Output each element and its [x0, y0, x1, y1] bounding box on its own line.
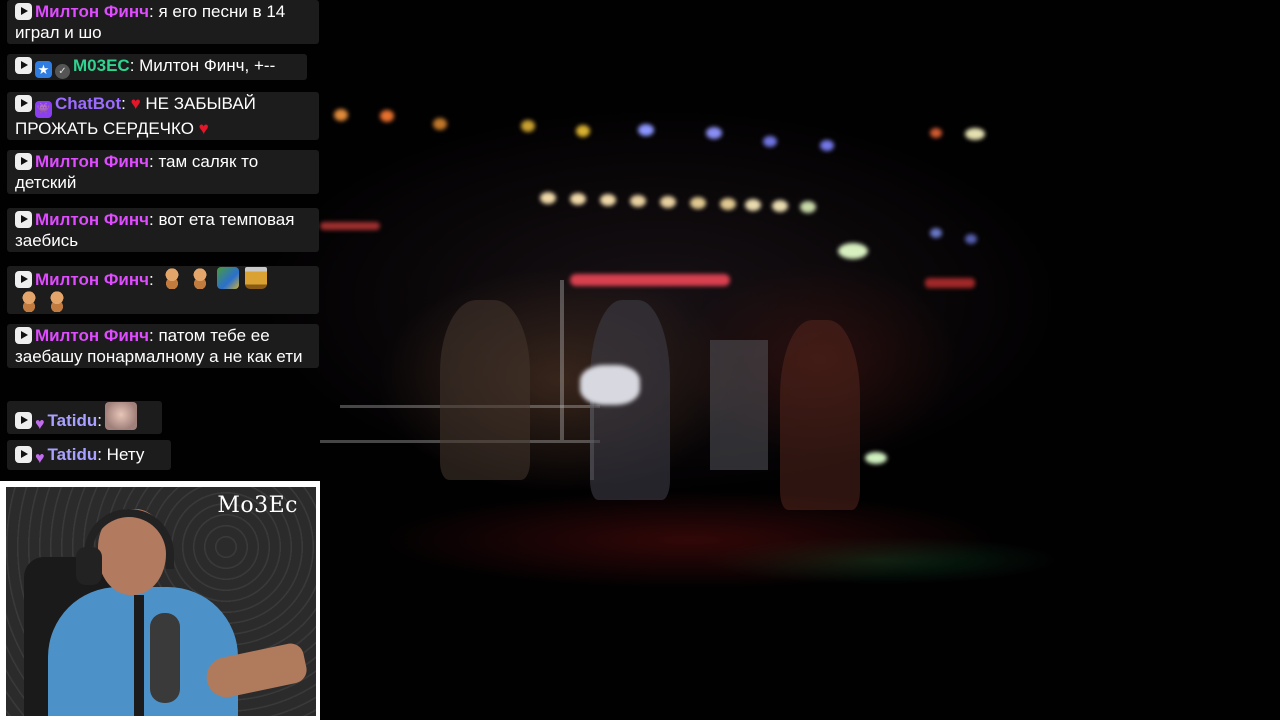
mic-stand	[134, 595, 144, 716]
headphone-earcup	[76, 547, 102, 585]
star-badge-icon: ★	[35, 61, 52, 78]
stage-light	[925, 278, 975, 288]
chat-username[interactable]: Милтон Финч	[35, 326, 149, 345]
chat-message: ★ ✓ М03ЕС: Милтон Финч, +--	[7, 54, 307, 80]
youtube-play-icon	[15, 3, 32, 20]
stage-light	[706, 127, 722, 139]
stage-light	[690, 197, 706, 209]
stage-light	[965, 234, 977, 244]
chat-text: :	[97, 411, 102, 430]
chat-message: 👾 ChatBot: ♥ НЕ ЗАБЫВАЙ ПРОЖАТЬ СЕРДЕЧКО …	[7, 92, 319, 140]
dance-emote-icon	[18, 290, 40, 312]
microphone-icon	[150, 613, 180, 703]
chat-message: Милтон Финч: вот ета темповая заебись	[7, 208, 319, 252]
guitar	[580, 365, 640, 405]
chat-username[interactable]: Tatidu	[48, 411, 98, 430]
stage-light	[965, 128, 985, 140]
stage-light	[433, 118, 447, 130]
chat-username[interactable]: Милтон Финч	[35, 152, 149, 171]
chat-message: ♥ Tatidu:	[7, 401, 162, 434]
chat-message: Милтон Финч: патом тебе ее заебашу понар…	[7, 324, 319, 368]
chat-message: Милтон Финч:	[7, 266, 319, 314]
youtube-play-icon	[15, 153, 32, 170]
webcam-overlay: Mo3Ec	[0, 481, 320, 720]
chat-message: ♥ Tatidu: Нету	[7, 440, 171, 470]
stage-light	[576, 125, 590, 137]
chat-username[interactable]: Милтон Финч	[35, 270, 149, 289]
stage-light	[930, 128, 942, 138]
purple-heart-icon: ♥	[35, 416, 45, 433]
youtube-play-icon	[15, 271, 32, 288]
youtube-play-icon	[15, 211, 32, 228]
chat-username[interactable]: ChatBot	[55, 94, 121, 113]
stage-truss	[560, 280, 564, 440]
chat-username[interactable]: Милтон Финч	[35, 210, 149, 229]
chat-username[interactable]: Tatidu	[48, 445, 98, 464]
performer	[780, 320, 860, 510]
stage-light	[600, 194, 616, 206]
stage-light	[660, 196, 676, 208]
red-heart-icon: ♥	[198, 119, 209, 138]
stage-light	[930, 228, 942, 238]
stage-light	[720, 198, 736, 210]
stage-light	[800, 201, 816, 213]
stage-light	[570, 274, 730, 286]
stage-light	[570, 193, 586, 205]
youtube-play-icon	[15, 57, 32, 74]
rocket-emote-icon	[217, 267, 240, 289]
bot-badge-icon: 👾	[35, 101, 52, 118]
performer	[440, 300, 530, 480]
dance-emote-icon	[161, 267, 184, 289]
stage-light	[772, 200, 788, 212]
dance-emote-icon	[189, 267, 212, 289]
chat-message: Милтон Финч: там саляк то детский	[7, 150, 319, 194]
beer-emote-icon	[245, 267, 268, 289]
stage-light	[865, 452, 887, 464]
cat-emote-icon	[104, 402, 137, 430]
chat-username[interactable]: Милтон Финч	[35, 2, 149, 21]
dance-emote-icon	[46, 290, 68, 312]
stage-light	[745, 199, 761, 211]
chat-separator: :	[121, 94, 126, 113]
stage-light	[320, 222, 380, 230]
chat-text: : Милтон Финч, +--	[129, 56, 276, 75]
stage-light	[638, 124, 654, 136]
webcam-feed: Mo3Ec	[6, 487, 316, 716]
stage-light	[820, 140, 834, 151]
chat-text: :	[149, 270, 154, 289]
youtube-play-icon	[15, 95, 32, 112]
stage-light	[630, 195, 646, 207]
stage-light	[334, 109, 348, 121]
stage-light	[521, 120, 535, 132]
red-heart-icon: ♥	[130, 94, 141, 113]
purple-heart-icon: ♥	[35, 450, 45, 467]
chat-message: Милтон Финч: я его песни в 14 играл и шо	[7, 0, 319, 44]
stage-light	[763, 136, 777, 147]
stage-light	[540, 192, 556, 204]
youtube-play-icon	[15, 446, 32, 463]
youtube-play-icon	[15, 327, 32, 344]
speaker-cabinet	[710, 340, 768, 470]
verified-badge-icon: ✓	[55, 64, 70, 79]
streamer-logo: Mo3Ec	[217, 493, 298, 518]
stage-light	[838, 243, 868, 259]
stage-light	[380, 110, 394, 122]
chat-text: : Нету	[97, 445, 145, 464]
chat-username[interactable]: М03ЕС	[73, 56, 130, 75]
youtube-play-icon	[15, 412, 32, 429]
